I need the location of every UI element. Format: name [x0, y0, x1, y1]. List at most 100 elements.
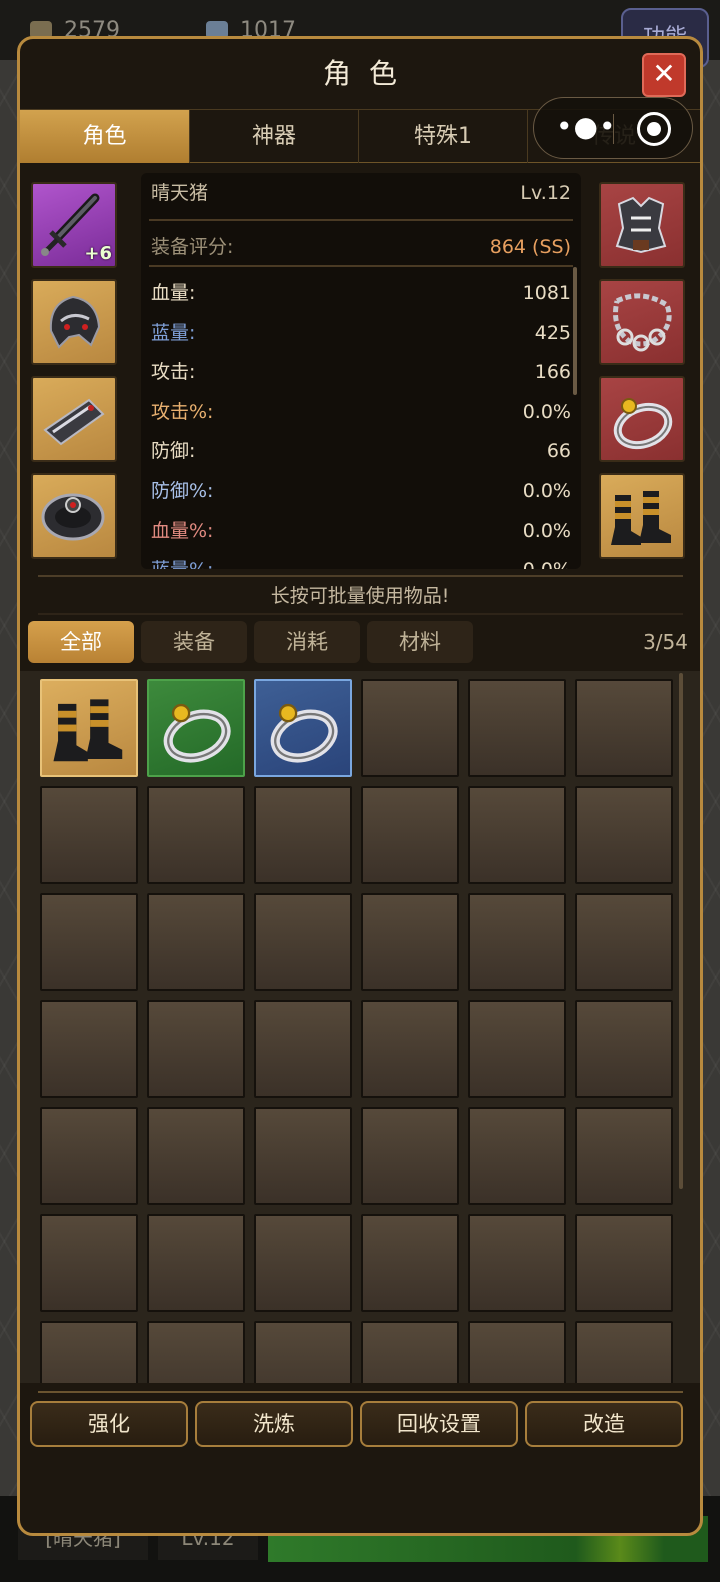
- boots-icon: [611, 491, 671, 545]
- stat-label: 蓝量%:: [151, 552, 213, 569]
- inventory-slot-empty[interactable]: [40, 1214, 138, 1312]
- inventory-item-ring[interactable]: [254, 679, 352, 777]
- inventory-slot-empty[interactable]: [575, 679, 673, 777]
- equip-slot-belt[interactable]: [31, 473, 117, 559]
- enhance-button[interactable]: 强化: [30, 1401, 188, 1447]
- inventory-slot-empty[interactable]: [575, 893, 673, 991]
- stat-row: 血量%: 0.0%: [151, 513, 571, 549]
- inventory-slot-empty[interactable]: [468, 1321, 566, 1383]
- divider: [149, 265, 573, 267]
- bracer-icon: [43, 398, 105, 446]
- inventory-slot-empty[interactable]: [40, 893, 138, 991]
- inventory-count: 3/54: [643, 630, 688, 654]
- stat-row: 攻击: 166: [151, 354, 571, 390]
- inventory-slot-empty[interactable]: [468, 679, 566, 777]
- inventory-slot-empty[interactable]: [468, 1107, 566, 1205]
- inventory-slot-empty[interactable]: [575, 1214, 673, 1312]
- inventory-slot-empty[interactable]: [40, 1000, 138, 1098]
- stat-row: 蓝量: 425: [151, 315, 571, 351]
- inventory-slot-empty[interactable]: [147, 786, 245, 884]
- character-panel: 角色 ✕ 角色 神器 特殊1 传说 +6: [17, 36, 703, 1536]
- stat-row: 防御: 66: [151, 433, 571, 469]
- equip-slot-armor[interactable]: [599, 182, 685, 268]
- inventory-slot-empty[interactable]: [468, 1000, 566, 1098]
- filter-consumable[interactable]: 消耗: [254, 621, 360, 663]
- inventory-item-boots[interactable]: [40, 679, 138, 777]
- inventory-slot-empty[interactable]: [254, 893, 352, 991]
- filter-material[interactable]: 材料: [367, 621, 473, 663]
- stat-label: 攻击:: [151, 361, 196, 384]
- divider: [38, 575, 683, 577]
- batch-use-hint: 长按可批量使用物品!: [270, 585, 450, 607]
- inventory-slot-empty[interactable]: [254, 1107, 352, 1205]
- stat-value: 0.0%: [523, 552, 571, 569]
- filter-all[interactable]: 全部: [28, 621, 134, 663]
- divider: [149, 219, 573, 221]
- inventory-slot-empty[interactable]: [254, 786, 352, 884]
- tab-character[interactable]: 角色: [20, 110, 190, 163]
- tab-special1[interactable]: 特殊1: [359, 110, 528, 163]
- helmet-icon: [49, 295, 101, 349]
- refine-button[interactable]: 洗炼: [195, 1401, 353, 1447]
- score-row: 装备评分: 864 (SS): [151, 229, 571, 265]
- inventory-slot-empty[interactable]: [40, 1107, 138, 1205]
- score-label: 装备评分:: [151, 236, 234, 258]
- inventory-slot-empty[interactable]: [468, 893, 566, 991]
- inventory-slot-empty[interactable]: [361, 893, 459, 991]
- close-button[interactable]: ✕: [642, 53, 686, 97]
- inventory-slot-empty[interactable]: [468, 786, 566, 884]
- armor-icon: [615, 196, 667, 254]
- equip-slot-boots[interactable]: [599, 473, 685, 559]
- inventory-slot-empty[interactable]: [361, 1321, 459, 1383]
- stat-value: 66: [546, 440, 571, 463]
- stat-row: 血量: 1081: [151, 275, 571, 311]
- stat-label: 血量:: [151, 282, 196, 304]
- inventory-slot-empty[interactable]: [575, 1321, 673, 1383]
- inventory-slot-empty[interactable]: [468, 1214, 566, 1312]
- inventory-slot-empty[interactable]: [147, 893, 245, 991]
- stat-label: 蓝量:: [151, 321, 196, 344]
- inventory-item-ring[interactable]: [147, 679, 245, 777]
- more-menu-icon[interactable]: •●•: [556, 112, 616, 142]
- inventory-slot-empty[interactable]: [575, 1000, 673, 1098]
- tab-artifact[interactable]: 神器: [190, 110, 359, 163]
- inventory-slot-empty[interactable]: [147, 1321, 245, 1383]
- inventory-slot-empty[interactable]: [361, 1000, 459, 1098]
- inventory-slot-empty[interactable]: [575, 786, 673, 884]
- inventory-slot-empty[interactable]: [361, 679, 459, 777]
- inventory-slot-empty[interactable]: [361, 786, 459, 884]
- recycle-settings-button[interactable]: 回收设置: [360, 1401, 518, 1447]
- stat-value: 0.0%: [522, 480, 571, 502]
- stats-scrollbar[interactable]: [573, 267, 577, 395]
- belt-icon: [41, 493, 105, 541]
- stat-label: 血量%:: [151, 519, 214, 542]
- equip-slot-necklace[interactable]: [599, 279, 685, 365]
- equip-slot-helmet[interactable]: [31, 279, 117, 365]
- divider: [613, 114, 614, 144]
- inventory-slot-empty[interactable]: [361, 1214, 459, 1312]
- stat-value: 166: [534, 361, 571, 384]
- inventory-slot-empty[interactable]: [575, 1107, 673, 1205]
- inventory-slot-empty[interactable]: [147, 1107, 245, 1205]
- stat-row: 蓝量%: 0.0%: [151, 552, 571, 569]
- stat-label: 防御:: [151, 440, 196, 463]
- inventory-slot-empty[interactable]: [147, 1000, 245, 1098]
- inventory-slot-empty[interactable]: [147, 1214, 245, 1312]
- equip-slot-weapon[interactable]: +6: [31, 182, 117, 268]
- equip-slot-ring[interactable]: [599, 376, 685, 462]
- close-miniprogram-icon[interactable]: [637, 112, 671, 146]
- inventory-slot-empty[interactable]: [40, 786, 138, 884]
- stats-panel: 晴天猪 Lv.12 装备评分: 864 (SS) 血量: 1081 蓝量: 425 攻击…: [141, 173, 581, 569]
- inventory-slot-empty[interactable]: [254, 1321, 352, 1383]
- equip-slot-bracer[interactable]: [31, 376, 117, 462]
- filter-equipment[interactable]: 装备: [141, 621, 247, 663]
- inventory-slot-empty[interactable]: [254, 1000, 352, 1098]
- modify-button[interactable]: 改造: [525, 1401, 683, 1447]
- inventory-grid: [20, 671, 700, 1383]
- inventory-slot-empty[interactable]: [361, 1107, 459, 1205]
- inventory-scrollbar[interactable]: [679, 673, 683, 1189]
- inventory-slot-empty[interactable]: [254, 1214, 352, 1312]
- inventory-slot-empty[interactable]: [40, 1321, 138, 1383]
- stat-row: 攻击%: 0.0%: [151, 394, 571, 430]
- name-row: 晴天猪 Lv.12: [151, 175, 571, 211]
